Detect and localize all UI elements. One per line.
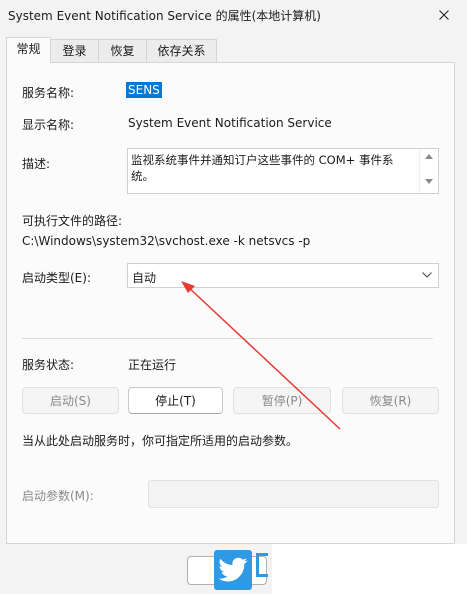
exe-path-label: 可执行文件的路径: bbox=[22, 214, 123, 228]
service-name-value[interactable]: SENS bbox=[126, 82, 162, 98]
start-button[interactable]: 启动(S) bbox=[22, 387, 119, 414]
description-scrollbar[interactable] bbox=[419, 149, 438, 193]
close-icon[interactable] bbox=[432, 4, 456, 26]
chevron-down-icon bbox=[422, 272, 432, 278]
scroll-down-icon[interactable] bbox=[425, 179, 433, 185]
general-panel bbox=[6, 62, 455, 544]
display-name-value[interactable]: System Event Notification Service bbox=[128, 116, 332, 130]
scroll-up-icon[interactable] bbox=[425, 153, 433, 159]
title-bar: System Event Notification Service 的属性(本地… bbox=[0, 0, 467, 30]
window-title: System Event Notification Service 的属性(本地… bbox=[8, 9, 321, 23]
start-params-input[interactable] bbox=[148, 480, 439, 508]
description-field[interactable]: 监视系统事件并通知订户这些事件的 COM+ 事件系统。 bbox=[127, 148, 439, 194]
description-value: 监视系统事件并通知订户这些事件的 COM+ 事件系统。 bbox=[131, 153, 394, 183]
twitter-logo-icon bbox=[214, 550, 252, 590]
startup-type-value: 自动 bbox=[132, 271, 157, 285]
start-params-hint: 当从此处启动服务时，你可指定所适用的启动参数。 bbox=[22, 434, 299, 448]
exe-path-value[interactable]: C:\Windows\system32\svchost.exe -k netsv… bbox=[22, 234, 310, 248]
tab-logon[interactable]: 登录 bbox=[50, 39, 99, 62]
display-name-label: 显示名称: bbox=[22, 118, 75, 132]
service-name-label: 服务名称: bbox=[22, 86, 75, 100]
startup-type-dropdown[interactable]: 自动 bbox=[127, 263, 439, 288]
service-status-value: 正在运行 bbox=[128, 358, 177, 372]
start-params-label: 启动参数(M): bbox=[22, 489, 94, 503]
startup-type-label: 启动类型(E): bbox=[22, 271, 91, 285]
tab-dependencies[interactable]: 依存关系 bbox=[146, 39, 217, 62]
logo-fragment bbox=[256, 553, 268, 577]
service-status-label: 服务状态: bbox=[22, 358, 75, 372]
tab-recovery[interactable]: 恢复 bbox=[98, 39, 147, 62]
pause-button[interactable]: 暂停(P) bbox=[233, 387, 331, 414]
resume-button[interactable]: 恢复(R) bbox=[342, 387, 439, 414]
stop-button[interactable]: 停止(T) bbox=[128, 387, 223, 414]
description-label: 描述: bbox=[22, 157, 51, 171]
tab-general[interactable]: 常规 bbox=[6, 37, 51, 63]
divider bbox=[22, 338, 433, 339]
overlay-patch bbox=[272, 544, 467, 594]
